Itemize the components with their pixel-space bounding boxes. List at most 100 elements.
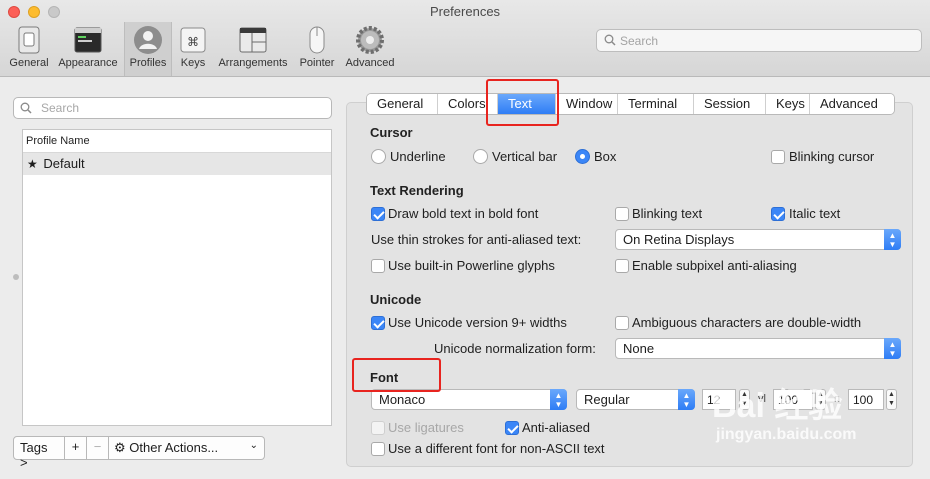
text-rendering-section-title: Text Rendering <box>370 183 464 198</box>
font-section-highlight <box>352 358 441 392</box>
profile-actions-bar: Tags > + − ⚙ Other Actions... ⌄ <box>13 436 265 470</box>
italic-text-checkbox[interactable] <box>771 207 785 221</box>
toolbar-general[interactable]: General <box>6 22 52 76</box>
pointer-mouse-icon <box>309 26 325 54</box>
font-family-select[interactable]: Monaco ▲ ▼ <box>371 389 567 410</box>
horizontal-spacing-stepper[interactable]: ▲ ▼ <box>886 389 897 410</box>
tab-general[interactable]: General <box>367 94 438 114</box>
gear-icon: ⚙ <box>114 440 126 455</box>
advanced-gear-icon <box>356 26 384 54</box>
general-switch-icon <box>18 26 40 54</box>
toolbar-keys[interactable]: ⌘ Keys <box>176 22 210 76</box>
baidu-watermark-logo: Bai 经验 <box>712 387 843 425</box>
cursor-underline-label[interactable]: Underline <box>390 149 446 164</box>
preferences-window: Preferences General Appearance Profiles … <box>0 0 930 479</box>
tab-advanced[interactable]: Advanced <box>810 94 894 114</box>
profile-row-default[interactable]: ★ Default <box>23 153 331 175</box>
toolbar-pointer-label: Pointer <box>299 57 335 69</box>
tab-terminal[interactable]: Terminal <box>618 94 694 114</box>
profile-list-header[interactable]: Profile Name <box>23 130 331 153</box>
anti-aliased-checkbox[interactable] <box>505 421 519 435</box>
tab-keys[interactable]: Keys <box>766 94 810 114</box>
bold-font-label[interactable]: Draw bold text in bold font <box>388 206 538 221</box>
bold-font-checkbox[interactable] <box>371 207 385 221</box>
profile-search-field[interactable]: Search <box>13 97 332 119</box>
cursor-box-label[interactable]: Box <box>594 149 616 164</box>
toolbar-appearance-label: Appearance <box>58 57 118 69</box>
tags-button[interactable]: Tags > <box>13 436 65 470</box>
other-actions-label: Other Actions... <box>129 440 219 455</box>
appearance-window-icon <box>74 27 102 53</box>
toolbar-search-placeholder: Search <box>620 34 659 48</box>
ambiguous-double-width-label[interactable]: Ambiguous characters are double-width <box>632 315 861 330</box>
profile-name: Default <box>43 156 85 171</box>
unicode-section-title: Unicode <box>370 292 422 307</box>
thin-strokes-label: Use thin strokes for anti-aliased text: <box>371 232 582 247</box>
subpixel-aa-label[interactable]: Enable subpixel anti-aliasing <box>632 258 797 273</box>
normalization-form-value: None <box>623 341 655 356</box>
ligatures-label[interactable]: Use ligatures <box>388 420 464 435</box>
horizontal-spacing-field[interactable]: 100 <box>848 389 884 410</box>
subpixel-aa-checkbox[interactable] <box>615 259 629 273</box>
blinking-cursor-checkbox[interactable] <box>771 150 785 164</box>
non-ascii-font-checkbox[interactable] <box>371 442 385 456</box>
arrangements-windows-icon <box>239 27 267 53</box>
split-resize-handle[interactable] <box>13 274 19 280</box>
blinking-cursor-label[interactable]: Blinking cursor <box>789 149 874 164</box>
toolbar-profiles[interactable]: Profiles <box>124 22 172 76</box>
font-style-select[interactable]: Regular ▲ ▼ <box>576 389 695 410</box>
toolbar-search-field[interactable]: Search <box>596 29 922 52</box>
window-title: Preferences <box>429 4 501 19</box>
toolbar-general-label: General <box>9 57 49 69</box>
profile-search-placeholder: Search <box>41 101 80 115</box>
tab-session[interactable]: Session <box>694 94 766 114</box>
font-family-value: Monaco <box>379 392 426 407</box>
italic-text-label[interactable]: Italic text <box>789 206 840 221</box>
keys-command-icon: ⌘ <box>180 27 206 53</box>
toolbar-pointer[interactable]: Pointer <box>296 22 338 76</box>
normalization-form-select[interactable]: None ▲ ▼ <box>615 338 901 359</box>
updown-arrows-icon: ▲ ▼ <box>678 389 695 410</box>
profile-tabs: General Colors Text Window Terminal Sess… <box>366 93 895 115</box>
toolbar-profiles-label: Profiles <box>129 57 167 69</box>
toolbar: Preferences General Appearance Profiles … <box>0 0 930 77</box>
toolbar-advanced[interactable]: Advanced <box>342 22 398 76</box>
tab-window[interactable]: Window <box>556 94 618 114</box>
cursor-vertical-bar-label[interactable]: Vertical bar <box>492 149 557 164</box>
ligatures-checkbox[interactable] <box>371 421 385 435</box>
unicode9-widths-checkbox[interactable] <box>371 316 385 330</box>
cursor-box-radio[interactable] <box>575 149 590 164</box>
updown-arrows-icon: ▲ ▼ <box>884 229 901 250</box>
powerline-glyphs-checkbox[interactable] <box>371 259 385 273</box>
powerline-glyphs-label[interactable]: Use built-in Powerline glyphs <box>388 258 555 273</box>
other-actions-menu[interactable]: ⚙ Other Actions... ⌄ <box>109 436 265 460</box>
svg-text:⌘: ⌘ <box>187 35 199 49</box>
remove-profile-button[interactable]: − <box>87 436 109 460</box>
baidu-watermark-url: jingyan.baidu.com <box>716 426 857 443</box>
anti-aliased-label[interactable]: Anti-aliased <box>522 420 590 435</box>
toolbar-arrangements-label: Arrangements <box>218 57 288 69</box>
font-style-value: Regular <box>584 392 630 407</box>
toolbar-arrangements[interactable]: Arrangements <box>214 22 292 76</box>
cursor-section-title: Cursor <box>370 125 413 140</box>
search-icon <box>604 34 616 46</box>
ambiguous-double-width-checkbox[interactable] <box>615 316 629 330</box>
toolbar-appearance[interactable]: Appearance <box>56 22 120 76</box>
blinking-text-checkbox[interactable] <box>615 207 629 221</box>
add-profile-button[interactable]: + <box>65 436 87 460</box>
thin-strokes-value: On Retina Displays <box>623 232 735 247</box>
normalization-form-label: Unicode normalization form: <box>434 341 596 356</box>
thin-strokes-select[interactable]: On Retina Displays ▲ ▼ <box>615 229 901 250</box>
chevron-down-icon: ⌄ <box>249 440 258 451</box>
unicode9-widths-label[interactable]: Use Unicode version 9+ widths <box>388 315 567 330</box>
search-icon <box>20 102 32 114</box>
default-star-icon: ★ <box>27 157 38 171</box>
cursor-underline-radio[interactable] <box>371 149 386 164</box>
cursor-vertical-bar-radio[interactable] <box>473 149 488 164</box>
toolbar-keys-label: Keys <box>180 57 206 69</box>
profile-list: Profile Name ★ Default <box>22 129 332 426</box>
blinking-text-label[interactable]: Blinking text <box>632 206 702 221</box>
profiles-person-icon <box>134 26 162 54</box>
updown-arrows-icon: ▲ ▼ <box>884 338 901 359</box>
non-ascii-font-label[interactable]: Use a different font for non-ASCII text <box>388 441 605 456</box>
